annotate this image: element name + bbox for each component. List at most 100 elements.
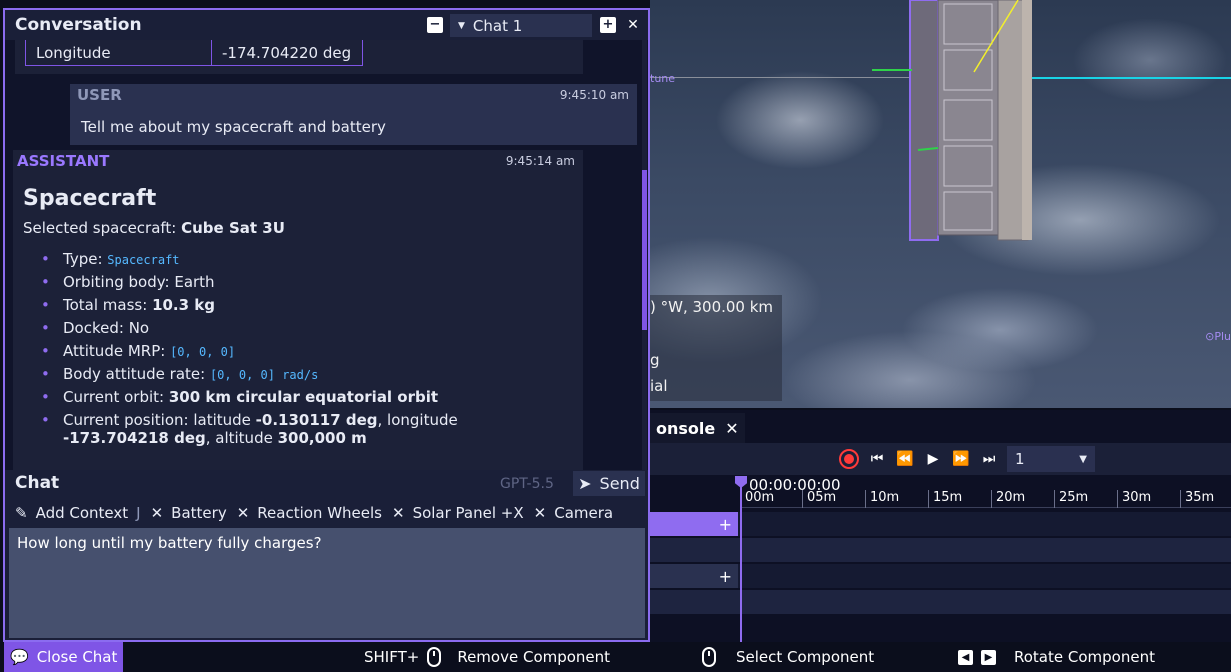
message-role: ASSISTANT <box>17 152 110 170</box>
minimize-icon[interactable]: − <box>427 17 443 33</box>
chevron-down-icon: ▼ <box>1079 453 1087 465</box>
close-chat-button[interactable]: 💬 Close Chat <box>4 642 124 672</box>
current-time: 00:00:00:00 <box>749 476 841 494</box>
track-row <box>650 538 1231 562</box>
speed-select[interactable]: 1 ▼ <box>1007 446 1095 472</box>
pluto-label[interactable]: ⊙Plu <box>1205 330 1231 343</box>
timeline-panel: onsole ✕ ⏮ ⏪ ▶ ⏩ ⏭ 1 ▼ 00m 05m 10m 15m 2… <box>650 410 1231 642</box>
conversation-panel: Conversation − ▼ Chat 1 + ✕ Longitude -1… <box>3 8 650 642</box>
skip-start-button[interactable]: ⏮ <box>863 445 891 473</box>
list-item: Current orbit: 300 km circular equatoria… <box>41 388 458 411</box>
message-list[interactable]: Longitude -174.704220 deg USER 9:45:10 a… <box>5 40 648 470</box>
arrow-left-icon: ◀ <box>958 649 973 665</box>
fast-forward-button[interactable]: ⏩ <box>947 445 975 473</box>
ruler-tick: 10m <box>865 490 899 508</box>
type-code: Spacecraft <box>107 253 180 267</box>
axis-line <box>1032 77 1231 79</box>
chat-icon: 💬 <box>10 648 29 666</box>
list-item: Orbiting body: Earth <box>41 273 458 296</box>
track-row <box>650 590 1231 614</box>
previous-message: Longitude -174.704220 deg <box>15 40 583 74</box>
info-line: g <box>650 351 660 369</box>
play-button[interactable]: ▶ <box>919 445 947 473</box>
add-track-button[interactable]: + <box>650 564 738 588</box>
add-context-button[interactable]: ✎ Add Context J <box>15 504 141 522</box>
hint-select: Select Component <box>702 642 874 672</box>
playhead[interactable] <box>740 476 742 642</box>
ruler-tick: 20m <box>991 490 1025 508</box>
add-track-button[interactable]: + <box>650 512 738 536</box>
mouse-icon <box>427 647 442 667</box>
user-message: USER 9:45:10 am Tell me about my spacecr… <box>70 84 637 145</box>
axis-line-green <box>872 69 912 71</box>
context-chip[interactable]: ✕ Camera <box>534 504 613 522</box>
context-chip[interactable]: ✕ Reaction Wheels <box>237 504 382 522</box>
hint-remove: SHIFT+ Remove Component <box>364 647 611 667</box>
context-chip[interactable]: ✕ Solar Panel +X <box>392 504 524 522</box>
neptune-label[interactable]: tune <box>650 72 675 85</box>
list-item: Total mass: 10.3 kg <box>41 296 458 319</box>
chat-input[interactable]: How long until my battery fully charges? <box>9 528 645 638</box>
playback-toolbar: ⏮ ⏪ ▶ ⏩ ⏭ 1 ▼ <box>650 443 1231 475</box>
message-timestamp: 9:45:14 am <box>505 154 575 168</box>
close-chat-label: Close Chat <box>36 648 118 666</box>
chat-select-value: Chat 1 <box>472 16 523 35</box>
context-overflow: J <box>136 504 141 522</box>
chat-select[interactable]: ▼ Chat 1 <box>450 14 592 37</box>
hint-rotate: ◀ ▶ Rotate Component <box>958 642 1155 672</box>
previous-table-row: Longitude -174.704220 deg <box>25 40 363 66</box>
record-icon <box>839 449 859 469</box>
send-label: Send <box>599 474 640 493</box>
tab-console[interactable]: onsole ✕ <box>650 413 745 443</box>
assistant-message: ASSISTANT 9:45:14 am Spacecraft Selected… <box>13 150 583 470</box>
rewind-button[interactable]: ⏪ <box>891 445 919 473</box>
list-item: Attitude MRP: [0, 0, 0] <box>41 342 458 365</box>
chat-composer: Chat GPT-5.5 ➤ Send ✎ Add Context J ✕ Bat… <box>5 470 648 640</box>
ruler-tick: 30m <box>1117 490 1151 508</box>
message-role: USER <box>77 86 122 104</box>
context-chip[interactable]: ✕ Battery <box>151 504 227 522</box>
context-chips: ✎ Add Context J ✕ Battery ✕ Reaction Wheel… <box>5 500 648 526</box>
send-button[interactable]: ➤ Send <box>573 471 645 496</box>
remove-chip-icon[interactable]: ✕ <box>534 504 547 522</box>
info-line: ) °W, 300.00 km <box>650 298 774 316</box>
pencil-icon: ✎ <box>15 504 28 522</box>
chevron-down-icon: ▼ <box>458 20 465 31</box>
remove-chip-icon[interactable]: ✕ <box>392 504 405 522</box>
list-item: Current position: latitude -0.130117 deg… <box>41 411 458 453</box>
record-button[interactable] <box>835 445 863 473</box>
chat-label: Chat <box>15 473 60 493</box>
position-info: ) °W, 300.00 km g ial <box>650 295 782 401</box>
remove-chip-icon[interactable]: ✕ <box>237 504 250 522</box>
close-icon[interactable]: ✕ <box>625 17 641 33</box>
track-row: + <box>650 564 1231 588</box>
remove-chip-icon[interactable]: ✕ <box>151 504 164 522</box>
list-item: Docked: No <box>41 319 458 342</box>
skip-end-button[interactable]: ⏭ <box>975 445 1003 473</box>
panel-title: Conversation <box>15 15 142 35</box>
list-item: Type: Spacecraft <box>41 250 458 273</box>
list-item: Body attitude rate: [0, 0, 0] rad/s <box>41 365 458 388</box>
scrollbar-thumb[interactable] <box>642 170 647 330</box>
fact-list: Type: Spacecraft Orbiting body: Earth To… <box>41 250 458 453</box>
arrow-right-icon: ▶ <box>981 649 996 665</box>
status-bar: 💬 Close Chat SHIFT+ Remove Component Sel… <box>0 642 1231 672</box>
cubesat-model[interactable] <box>908 0 1034 250</box>
ruler-tick: 35m <box>1180 490 1214 508</box>
close-icon[interactable]: ✕ <box>725 419 738 438</box>
message-heading: Spacecraft <box>23 186 157 211</box>
message-text: Tell me about my spacecraft and battery <box>81 118 386 136</box>
table-value: -174.704220 deg <box>222 43 352 62</box>
tab-console-label: onsole <box>656 418 716 438</box>
speed-value: 1 <box>1015 450 1025 468</box>
model-label: GPT-5.5 <box>500 476 554 492</box>
ruler-tick: 15m <box>928 490 962 508</box>
info-line: ial <box>650 377 668 395</box>
table-key: Longitude <box>26 40 212 65</box>
ruler-tick: 25m <box>1054 490 1088 508</box>
panel-header: Conversation − ▼ Chat 1 + ✕ <box>5 10 648 40</box>
message-timestamp: 9:45:10 am <box>559 88 629 102</box>
mouse-icon <box>702 647 716 667</box>
spacecraft-name: Cube Sat 3U <box>181 219 285 237</box>
new-chat-icon[interactable]: + <box>600 17 616 33</box>
